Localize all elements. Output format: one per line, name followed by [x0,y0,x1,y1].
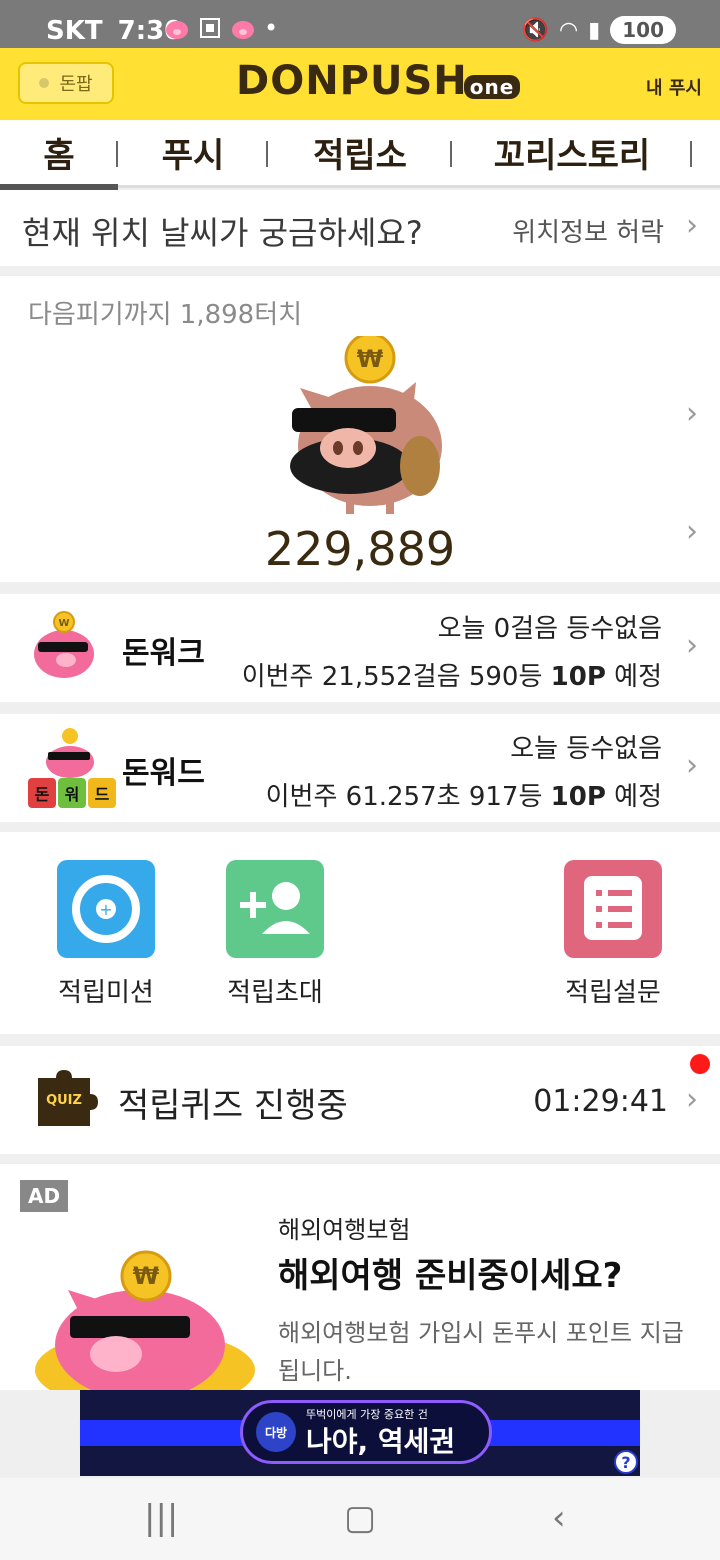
signal-icon: ▮ [588,17,601,43]
donword-week-points: 10P [550,782,606,812]
my-push-button[interactable]: 내 푸시 [646,74,702,100]
logo-text: DONPUSH [236,58,468,104]
donwalk-week-points: 10P [550,662,606,692]
donword-tile: 워 [58,778,86,808]
notification-icons: • [164,14,278,42]
tab-earn[interactable]: 적립소 [268,119,452,187]
ad-piggy-image: ₩ [35,1250,255,1390]
ad-description: 해외여행보험 가입시 돈푸시 포인트 지급됩니다. [278,1319,684,1385]
system-icons: 🔇 ◠ ▮ 100 [522,16,676,44]
dabang-logo: 다방 [256,1412,296,1452]
earn-invite-button[interactable]: 적립초대 [205,860,345,1009]
mission-icon: + [57,860,155,958]
svg-text:₩: ₩ [357,345,384,373]
shortcut-label: 적립설문 [565,978,661,1008]
donwalk-week-suffix: 예정 [605,662,662,692]
ad-card[interactable]: AD ₩ 해외여행보험 해외여행 준비중이세요? 해외여행보험 가입시 돈푸시 … [0,1164,720,1390]
donword-title: 돈워드 [122,756,205,791]
survey-list-icon [564,860,662,958]
donpop-dot-icon [39,78,50,88]
donword-today: 오늘 등수없음 [510,734,662,764]
app-header: 돈팝 DONPUSH one 내 푸시 [0,48,720,120]
screenshot-icon [200,18,220,38]
chevron-right-icon: › [686,208,698,243]
next-piggy-text: 다음피기까지 1,898터치 [28,300,303,330]
ad-badge: AD [20,1180,69,1212]
donword-tile: 드 [88,778,116,808]
status-carrier: SKT 7:30 [46,16,182,46]
tab-label: 꼬리스토리 [493,136,651,176]
donword-week-suffix: 예정 [605,782,662,812]
pig-notification-icon [166,21,188,39]
battery-indicator: 100 [610,16,676,44]
svg-text:+: + [99,900,112,919]
chevron-right-icon: › [686,748,698,783]
logo-suffix: one [463,75,521,99]
ad-category: 해외여행보험 [278,1216,411,1244]
donwalk-pig-icon: W [34,611,94,678]
chevron-right-icon: › [686,1082,698,1117]
app-screen: SKT 7:30 • 🔇 ◠ ▮ 100 돈팝 DONPUSH one 내 푸시 … [0,0,720,1560]
donwalk-week: 이번주 21,552걸음 590등 10P 예정 [242,656,662,693]
earn-mission-button[interactable]: + 적립미션 [36,860,176,1009]
main-tabs: 홈 푸시 적립소 꼬리스토리 [0,119,720,190]
system-nav-bar: ||| ▢ ‹ [0,1478,720,1560]
earn-survey-button[interactable]: 적립설문 [543,860,683,1009]
donpop-label: 돈팝 [59,74,93,95]
banner-ad[interactable]: 다방 뚜벅이에게 가장 중요한 건 나야, 역세권 ? [80,1390,640,1476]
shortcut-label: 적립초대 [227,978,323,1008]
quiz-row[interactable]: QUIZ 적립퀴즈 진행중 01:29:41 › [0,1046,720,1154]
donword-week-text: 이번주 61.257초 917등 [265,782,551,812]
donwalk-row[interactable]: W 돈워크 오늘 0걸음 등수없음 이번주 21,552걸음 590등 10P … [0,594,720,702]
carrier-name: SKT [46,16,103,46]
banner-big-text: 나야, 역세권 [306,1425,456,1458]
piggy-character-icon[interactable]: ₩ [280,336,460,516]
quiz-icon-text: QUIZ [46,1093,82,1108]
ad-headline: 해외여행 준비중이세요? [278,1256,623,1296]
donpop-button[interactable]: 돈팝 [18,62,114,104]
weather-permission-row[interactable]: 현재 위치 날씨가 궁금하세요? 위치정보 허락 › [0,190,720,266]
ad-help-icon[interactable]: ? [614,1450,638,1474]
donword-week: 이번주 61.257초 917등 10P 예정 [266,776,662,813]
quiz-timer: 01:29:41 [533,1084,668,1119]
donpush-logo: DONPUSH one [236,58,521,104]
donword-tiles: 돈 워 드 [28,778,116,808]
quiz-puzzle-icon: QUIZ [38,1070,98,1126]
donword-pig-icon [46,728,94,778]
wifi-icon: ◠ [558,17,579,43]
donwalk-today: 오늘 0걸음 등수없음 [437,614,662,644]
new-badge-dot [690,1054,710,1074]
piggy-card[interactable]: 다음피기까지 1,898터치 ₩ › › 229,889 [0,276,720,582]
tab-label: 푸시 [161,136,225,176]
quiz-title: 적립퀴즈 진행중 [118,1086,348,1126]
tab-home[interactable]: 홈 [0,119,118,190]
recent-apps-icon[interactable]: ||| [144,1498,178,1538]
svg-text:W: W [58,618,69,629]
donwalk-title: 돈워크 [122,636,205,671]
mute-icon: 🔇 [521,17,549,43]
tab-push[interactable]: 푸시 [118,119,268,187]
shortcut-label: 적립미션 [58,978,154,1008]
tab-tail-story[interactable]: 꼬리스토리 [452,119,692,187]
donwalk-week-text: 이번주 21,552걸음 590등 [241,662,551,692]
chevron-right-icon: › [686,628,698,663]
donword-row[interactable]: 돈 워 드 돈워드 오늘 등수없음 이번주 61.257초 917등 10P 예… [0,714,720,822]
location-permission-link[interactable]: 위치정보 허락 [512,212,664,249]
more-dot-icon: • [264,14,279,42]
tab-label: 홈 [43,136,75,176]
donword-icon: 돈 워 드 [26,728,118,812]
tab-separator [690,140,692,167]
pig-notification-icon-2 [232,21,254,39]
tab-label: 적립소 [313,136,407,176]
point-balance: 229,889 [264,522,456,576]
home-icon[interactable]: ▢ [344,1498,376,1538]
donword-tile: 돈 [28,778,56,808]
back-icon[interactable]: ‹ [552,1498,566,1538]
earn-shortcuts: + 적립미션 적립초대 적립설문 [0,832,720,1034]
invite-user-icon [226,860,324,958]
chevron-right-icon: › [686,396,698,431]
svg-text:₩: ₩ [133,1262,160,1290]
weather-question: 현재 위치 날씨가 궁금하세요? [22,214,423,252]
